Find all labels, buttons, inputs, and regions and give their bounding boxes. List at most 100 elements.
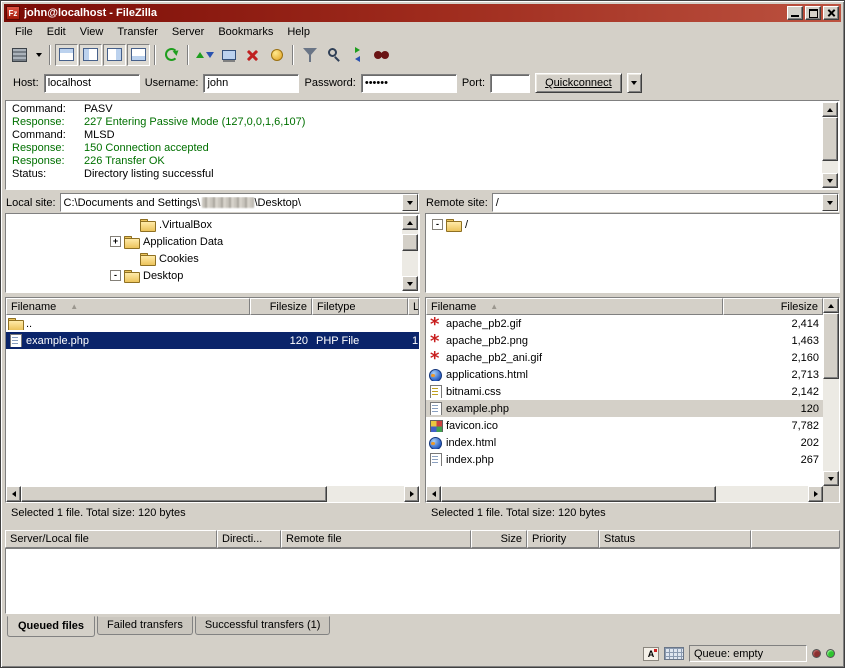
menu-transfer[interactable]: Transfer (110, 24, 165, 40)
tab-queued-files[interactable]: Queued files (7, 616, 95, 637)
log-scrollbar[interactable] (822, 102, 838, 188)
scrollbar-track[interactable] (21, 486, 404, 502)
scrollbar-thumb[interactable] (21, 486, 327, 502)
queue-col-direction[interactable]: Directi... (217, 530, 281, 548)
queue-list[interactable] (5, 548, 840, 614)
scroll-down-button[interactable] (402, 276, 418, 291)
file-row[interactable]: favicon.ico 7,782 (426, 417, 823, 434)
scrollbar-thumb[interactable] (441, 486, 716, 502)
titlebar[interactable]: Fz john@localhost - FileZilla (4, 4, 841, 22)
quickconnect-dropdown[interactable] (627, 73, 642, 93)
menu-view[interactable]: View (73, 24, 111, 40)
tree-item[interactable]: - / (426, 216, 839, 233)
queue-col-size[interactable]: Size (471, 530, 527, 548)
file-row[interactable]: index.php 267 (426, 451, 823, 468)
local-site-combo[interactable]: C:\Documents and Settings\\Desktop\ (60, 193, 419, 212)
file-row[interactable]: applications.html 2,713 (426, 366, 823, 383)
remote-site-combo[interactable]: / (492, 193, 839, 212)
queue-col-remote-file[interactable]: Remote file (281, 530, 471, 548)
file-row[interactable]: bitnami.css 2,142 (426, 383, 823, 400)
process-queue-button[interactable] (193, 44, 216, 66)
port-input[interactable] (490, 74, 530, 93)
scroll-right-button[interactable] (808, 486, 823, 502)
scroll-up-button[interactable] (823, 298, 839, 313)
remote-vscrollbar[interactable] (823, 298, 839, 486)
scrollbar-track[interactable] (823, 313, 839, 471)
file-row[interactable]: apache_pb2.gif 2,414 (426, 315, 823, 332)
file-row-selected[interactable]: example.php 120 PHP File 1 (6, 332, 419, 349)
refresh-button[interactable] (160, 44, 183, 66)
toggle-local-tree-button[interactable] (79, 44, 102, 66)
local-site-dropdown[interactable] (402, 194, 418, 211)
username-input[interactable] (203, 74, 299, 93)
local-tree-scrollbar[interactable] (402, 215, 418, 291)
scroll-up-button[interactable] (402, 215, 418, 230)
local-hscrollbar[interactable] (6, 486, 419, 502)
scrollbar-thumb[interactable] (402, 234, 418, 251)
scrollbar-track[interactable] (822, 117, 838, 173)
scrollbar-track[interactable] (402, 230, 418, 276)
scrollbar-thumb[interactable] (823, 313, 839, 379)
tree-item[interactable]: Cookies (6, 250, 419, 267)
toggle-queue-button[interactable] (127, 44, 150, 66)
tree-expander-icon[interactable]: - (432, 219, 443, 230)
scroll-left-button[interactable] (6, 486, 21, 502)
maximize-button[interactable] (805, 6, 821, 20)
scroll-left-button[interactable] (426, 486, 441, 502)
remote-site-dropdown[interactable] (822, 194, 838, 211)
scrollbar-track[interactable] (441, 486, 808, 502)
close-button[interactable] (823, 6, 839, 20)
file-row[interactable]: apache_pb2_ani.gif 2,160 (426, 349, 823, 366)
host-input[interactable] (44, 74, 140, 93)
minimize-button[interactable] (787, 6, 803, 20)
queue-col-priority[interactable]: Priority (527, 530, 599, 548)
scrollbar-thumb[interactable] (822, 117, 838, 161)
tree-item[interactable]: + Application Data (6, 233, 419, 250)
disconnect-button[interactable] (217, 44, 240, 66)
tree-expander-icon[interactable]: - (110, 270, 121, 281)
password-input[interactable] (361, 74, 457, 93)
find-files-button[interactable] (370, 44, 393, 66)
menu-edit[interactable]: Edit (40, 24, 73, 40)
column-header-filename[interactable]: Filename▲ (6, 298, 250, 315)
tree-item[interactable]: .VirtualBox (6, 216, 419, 233)
tab-failed-transfers[interactable]: Failed transfers (97, 616, 193, 635)
tree-item[interactable]: - Desktop (6, 267, 419, 284)
file-row[interactable]: .. (6, 315, 419, 332)
queue-col-local-file[interactable]: Server/Local file (5, 530, 217, 548)
menubar: File Edit View Transfer Server Bookmarks… (4, 22, 841, 41)
file-row[interactable]: apache_pb2.png 1,463 (426, 332, 823, 349)
scroll-down-button[interactable] (823, 471, 839, 486)
remote-file-rows: apache_pb2.gif 2,414 apache_pb2.png 1,46… (426, 315, 823, 486)
toggle-remote-tree-button[interactable] (103, 44, 126, 66)
filter-button[interactable] (298, 44, 321, 66)
scroll-up-button[interactable] (822, 102, 838, 117)
synchronized-browsing-button[interactable] (346, 44, 369, 66)
tree-item-label: / (465, 219, 468, 231)
menu-bookmarks[interactable]: Bookmarks (211, 24, 280, 40)
tree-expander-icon[interactable]: + (110, 236, 121, 247)
column-header-filetype[interactable]: Filetype (312, 298, 408, 315)
tab-successful-transfers[interactable]: Successful transfers (1) (195, 616, 331, 635)
file-row-selected[interactable]: example.php 120 (426, 400, 823, 417)
menu-help[interactable]: Help (280, 24, 317, 40)
file-row[interactable]: index.html 202 (426, 434, 823, 451)
scroll-right-button[interactable] (404, 486, 419, 502)
cancel-button[interactable] (241, 44, 264, 66)
remote-hscrollbar[interactable] (426, 486, 823, 502)
column-header-filesize[interactable]: Filesize (723, 298, 823, 315)
column-header-filesize[interactable]: Filesize (250, 298, 312, 315)
site-manager-button[interactable] (8, 44, 31, 66)
transfer-type-letter: A (648, 649, 655, 659)
toggle-log-button[interactable] (55, 44, 78, 66)
column-header-filename[interactable]: Filename▲ (426, 298, 723, 315)
queue-col-status[interactable]: Status (599, 530, 751, 548)
scroll-down-button[interactable] (822, 173, 838, 188)
directory-comparison-button[interactable] (322, 44, 345, 66)
menu-file[interactable]: File (8, 24, 40, 40)
reconnect-button[interactable] (265, 44, 288, 66)
quickconnect-button[interactable]: Quickconnect (535, 73, 622, 93)
site-manager-dropdown[interactable] (32, 44, 45, 66)
column-header-lastmodified[interactable]: L (408, 298, 419, 315)
menu-server[interactable]: Server (165, 24, 211, 40)
